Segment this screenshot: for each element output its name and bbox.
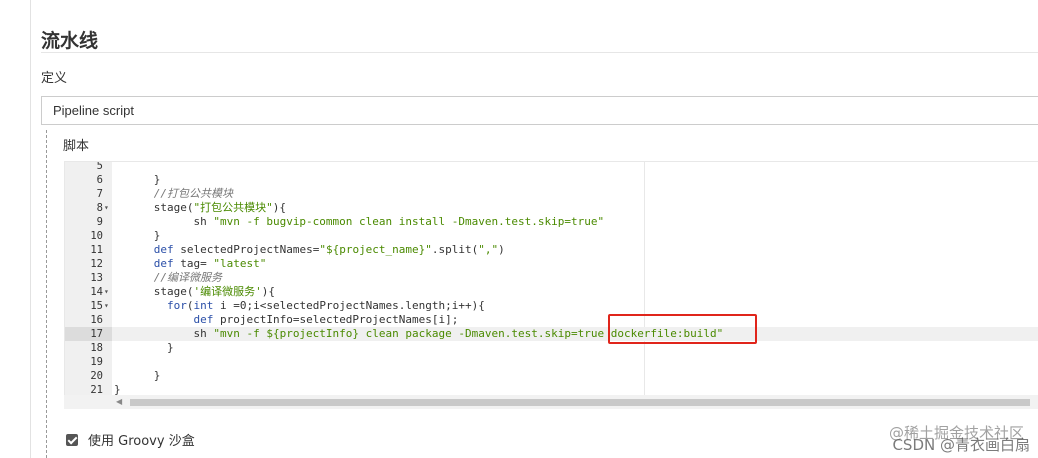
line-number: 6 [96, 174, 103, 186]
title-divider [41, 52, 1038, 53]
code-keyword: def [153, 257, 174, 270]
code-line[interactable]: 11 def selectedProjectNames="${project_n… [65, 243, 1038, 257]
code-text: def tag= "latest" [114, 257, 267, 271]
code-line[interactable]: 9 sh "mvn -f bugvip-common clean install… [65, 215, 1038, 229]
code-line[interactable]: 15 ▾ for(int i =0;i<selectedProjectNames.… [65, 299, 1038, 313]
code-line[interactable]: 14 ▾ stage('编译微服务'){ [65, 285, 1038, 299]
code-text: def selectedProjectNames="${project_name… [114, 243, 505, 257]
code-text: } [114, 369, 161, 383]
code-token: i =0;i<selectedProjectNames.length;i++){ [213, 299, 485, 312]
watermark-csdn: CSDN @青衣画白扇 [892, 436, 1030, 454]
code-text: stage('编译微服务'){ [114, 285, 275, 299]
code-token: } [114, 369, 161, 382]
line-number: 13 [90, 272, 103, 284]
code-text: //打包公共模块 [114, 187, 233, 201]
code-comment: //打包公共模块 [153, 187, 233, 200]
code-line[interactable]: 20 } [65, 369, 1038, 383]
code-string: "mvn -f bugvip-common clean install -Dma… [213, 215, 605, 228]
code-line[interactable]: 13 //编译微服务 [65, 271, 1038, 285]
code-keyword: def [153, 243, 174, 256]
line-number: 18 [90, 342, 103, 354]
code-token: tag= [173, 257, 214, 270]
code-text: } [114, 229, 161, 243]
horizontal-scrollbar[interactable]: ◀ [64, 395, 1038, 409]
code-string: "latest" [213, 257, 267, 270]
code-line[interactable]: 8 ▾ stage("打包公共模块"){ [65, 201, 1038, 215]
section-guide [46, 130, 47, 458]
line-number: 11 [90, 244, 103, 256]
code-string: '编译微服务' [193, 285, 262, 298]
code-line[interactable]: 18 } [65, 341, 1038, 355]
code-text: def projectInfo=selectedProjectNames[i]; [114, 313, 458, 327]
script-label: 脚本 [63, 139, 90, 154]
sandbox-label: 使用 Groovy 沙盒 [88, 434, 195, 449]
line-number: 19 [90, 356, 103, 368]
section-title: 流水线 [41, 30, 99, 52]
line-number: 20 [90, 370, 103, 382]
code-token: stage( [114, 201, 194, 214]
code-string: "," [478, 243, 499, 256]
line-number: 9 [96, 216, 103, 228]
code-text: //编译微服务 [114, 271, 222, 285]
left-border [30, 0, 31, 458]
code-text: } [114, 173, 161, 187]
code-text: for(int i =0;i<selectedProjectNames.leng… [114, 299, 485, 313]
scrollbar-thumb[interactable] [130, 399, 1030, 406]
sandbox-checkbox[interactable] [66, 433, 78, 446]
line-number: 16 [90, 314, 103, 326]
code-line[interactable]: 19 [65, 355, 1038, 369]
code-token: } [114, 173, 161, 186]
definition-label: 定义 [41, 71, 68, 86]
code-line[interactable]: 12 def tag= "latest" [65, 257, 1038, 271]
line-number: 17 [65, 327, 112, 341]
code-token: projectInfo=selectedProjectNames[i]; [213, 313, 459, 326]
code-token: } [114, 341, 174, 354]
code-text: } [114, 341, 174, 355]
code-line[interactable]: 6 } [65, 173, 1038, 187]
groovy-sandbox-option[interactable]: 使用 Groovy 沙盒 [66, 430, 195, 449]
code-string: "${project_name}" [319, 243, 432, 256]
code-line[interactable]: 7 //打包公共模块 [65, 187, 1038, 201]
code-token: ){ [272, 201, 286, 214]
code-token: stage( [114, 285, 194, 298]
code-string: "打包公共模块" [193, 201, 273, 214]
fold-toggle-icon[interactable]: ▾ [104, 299, 109, 313]
scroll-left-icon[interactable]: ◀ [116, 395, 122, 409]
code-line[interactable]: 16 def projectInfo=selectedProjectNames[… [65, 313, 1038, 327]
code-token: sh [114, 327, 214, 340]
script-editor[interactable]: 56 } 7 //打包公共模块 8 ▾ stage("打包公共模块"){9 sh "m… [64, 161, 1038, 409]
code-keyword: for [166, 299, 187, 312]
code-token: ) [498, 243, 505, 256]
code-line[interactable]: 10 } [65, 229, 1038, 243]
code-line[interactable]: 17 sh "mvn -f ${projectInfo} clean packa… [65, 327, 1038, 341]
code-token: .split( [431, 243, 479, 256]
definition-select[interactable]: Pipeline script [41, 96, 1038, 125]
code-keyword: def [193, 313, 214, 326]
line-number: 5 [96, 161, 103, 172]
code-token: } [114, 229, 161, 242]
code-token: sh [114, 215, 214, 228]
code-text: sh "mvn -f bugvip-common clean install -… [114, 215, 604, 229]
code-token: ){ [261, 285, 275, 298]
line-number: 7 [96, 188, 103, 200]
code-line[interactable]: 5 [65, 161, 1038, 173]
code-keyword: int [193, 299, 214, 312]
code-token: selectedProjectNames= [173, 243, 320, 256]
fold-toggle-icon[interactable]: ▾ [104, 201, 109, 215]
line-number: 12 [90, 258, 103, 270]
line-number: 10 [90, 230, 103, 242]
highlight-annotation-box [608, 314, 757, 344]
code-comment: //编译微服务 [153, 271, 222, 284]
code-text: stage("打包公共模块"){ [114, 201, 286, 215]
fold-toggle-icon[interactable]: ▾ [104, 285, 109, 299]
